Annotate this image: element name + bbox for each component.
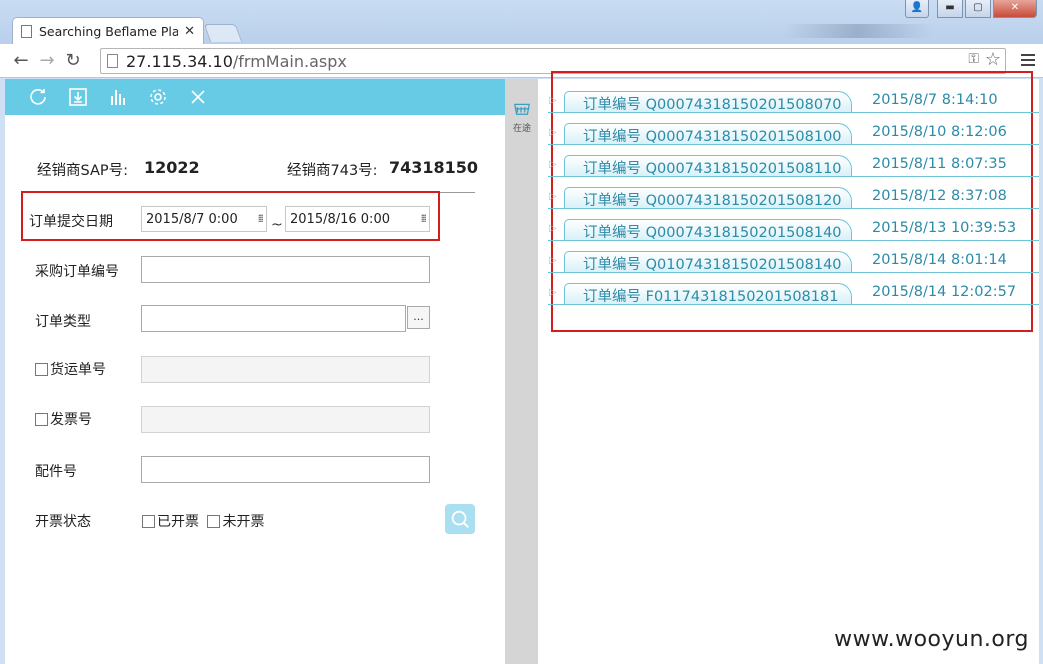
search-panel: 经销商SAP号: 12022 经销商743号: 74318150 订单提交日期 … [5,79,505,664]
sap-value: 12022 [144,158,200,177]
invoice-status-label: 开票状态 [35,514,91,530]
expand-arrow-icon[interactable]: ▷ [549,159,557,170]
expand-arrow-icon[interactable]: ▷ [549,95,557,106]
order-row[interactable]: ▷ 订单编号 Q00074318150201508070 2015/8/7 8:14… [548,91,1039,123]
expand-arrow-icon[interactable]: ▷ [549,127,557,138]
reload-icon[interactable]: ↻ [60,50,86,71]
calendar-grid-icon[interactable]: ⁞⁞⁞ [258,212,264,225]
window-close-button[interactable]: ✕ [993,0,1037,18]
order-date: 2015/8/13 10:39:53 [872,220,1017,236]
dealer-743-label: 经销商743号: [287,163,378,179]
blurred-region [783,24,933,38]
tab-close-icon[interactable]: ✕ [184,24,195,39]
date-separator: ~ [271,217,283,233]
invoice-row: 发票号 [35,409,92,429]
order-row[interactable]: ▷ 订单编号 Q00074318150201508140 2015/8/13 10:… [548,219,1039,251]
search-icon [451,510,469,528]
chart-icon[interactable] [107,86,129,108]
order-row[interactable]: ▷ 订单编号 Q00074318150201508120 2015/8/12 8:3… [548,187,1039,219]
invoiced-checkbox[interactable] [142,515,155,528]
expand-arrow-icon[interactable]: ▷ [549,287,557,298]
date-to-value: 2015/8/16 0:00 [290,212,390,227]
browser-tab[interactable]: Searching Beflame Platf ✕ [12,17,204,44]
order-type-label: 订单类型 [35,314,91,330]
order-date: 2015/8/10 8:12:06 [872,124,1007,140]
expand-arrow-icon[interactable]: ▷ [549,223,557,234]
settings-icon[interactable] [147,86,169,108]
date-from-value: 2015/8/7 0:00 [146,212,238,227]
dealer-743-value: 74318150 [389,158,479,177]
menu-icon[interactable] [1021,51,1035,69]
not-invoiced-checkbox[interactable] [207,515,221,528]
shipping-checkbox[interactable] [35,363,48,376]
back-icon[interactable]: ← [8,50,34,71]
po-number-input[interactable] [141,256,430,283]
app-toolbar [5,79,505,115]
star-icon[interactable]: ☆ [985,49,1001,70]
order-number[interactable]: 订单编号 Q00074318150201508110 [564,155,852,177]
date-from-input[interactable]: 2015/8/7 0:00 ⁞⁞⁞ [141,206,267,232]
order-number[interactable]: 订单编号 Q00074318150201508070 [564,91,852,113]
watermark: www.wooyun.org [834,627,1029,652]
calendar-grid-icon[interactable]: ⁞⁞⁞ [421,212,427,225]
shipping-row: 货运单号 [35,359,106,379]
po-number-label: 采购订单编号 [35,264,119,280]
submit-date-label: 订单提交日期 [29,214,113,230]
not-invoiced-label: 未开票 [222,514,265,530]
close-icon[interactable] [187,86,209,108]
page-icon [107,54,118,68]
user-icon[interactable]: 👤 [905,0,929,18]
url-host: 27.115.34.10 [126,51,233,71]
part-number-input[interactable] [141,456,430,483]
search-button[interactable] [445,504,475,534]
window-controls: 👤 ▬ ▢ ✕ [905,0,1037,18]
basket-icon [514,103,530,115]
maximize-button[interactable]: ▢ [965,0,991,18]
key-icon[interactable]: ⚿ [968,51,979,67]
new-tab-button[interactable] [203,24,243,42]
invoiced-label: 已开票 [157,514,199,530]
order-date: 2015/8/14 12:02:57 [872,284,1017,300]
invoice-number-input[interactable] [141,406,430,433]
part-number-label: 配件号 [35,464,77,480]
panel-separator [505,79,538,664]
expand-arrow-icon[interactable]: ▷ [549,255,557,266]
order-row[interactable]: ▷ 订单编号 Q01074318150201508140 2015/8/14 8:0… [548,251,1039,283]
minimize-button[interactable]: ▬ [937,0,963,18]
url-path: /frmMain.aspx [232,51,347,71]
invoice-label: 发票号 [50,412,92,428]
in-transit-tab[interactable]: 在途 [510,99,534,134]
refresh-icon[interactable] [27,86,49,108]
order-number[interactable]: 订单编号 Q01074318150201508140 [564,251,852,273]
order-row[interactable]: ▷ 订单编号 Q00074318150201508110 2015/8/11 8:0… [548,155,1039,187]
order-date: 2015/8/14 8:01:14 [872,252,1007,268]
page-icon [21,24,32,38]
order-number[interactable]: 订单编号 Q00074318150201508100 [564,123,852,145]
date-to-input[interactable]: 2015/8/16 0:00 ⁞⁞⁞ [285,206,430,232]
tab-title: Searching Beflame Platf [39,23,179,39]
order-list-panel: ▷ 订单编号 Q00074318150201508070 2015/8/7 8:14… [538,71,1039,664]
download-icon[interactable] [67,86,89,108]
invoice-checkbox[interactable] [35,413,48,426]
order-row[interactable]: ▷ 订单编号 F01174318150201508181 2015/8/14 12:… [548,283,1039,315]
order-number[interactable]: 订单编号 Q00074318150201508140 [564,219,852,241]
browser-titlebar: Searching Beflame Platf ✕ 👤 ▬ ▢ ✕ [0,0,1043,44]
forward-icon[interactable]: → [34,50,60,71]
expand-arrow-icon[interactable]: ▷ [549,191,557,202]
order-date: 2015/8/12 8:37:08 [872,188,1007,204]
dealer-info: 经销商SAP号: 12022 经销商743号: 74318150 [37,158,479,181]
sap-label: 经销商SAP号: [37,163,129,179]
invoiced-option: 已开票 未开票 [142,511,264,531]
order-date: 2015/8/11 8:07:35 [872,156,1007,172]
order-number[interactable]: 订单编号 Q00074318150201508120 [564,187,852,209]
order-type-browse-button[interactable]: ... [407,306,430,329]
order-number[interactable]: 订单编号 F01174318150201508181 [564,283,852,305]
shipping-label: 货运单号 [50,362,106,378]
order-type-input[interactable] [141,305,406,332]
in-transit-label: 在途 [512,124,531,134]
order-date: 2015/8/7 8:14:10 [872,92,998,108]
page: 经销商SAP号: 12022 经销商743号: 74318150 订单提交日期 … [5,71,1039,664]
shipping-number-input[interactable] [141,356,430,383]
order-row[interactable]: ▷ 订单编号 Q00074318150201508100 2015/8/10 8:1… [548,123,1039,155]
